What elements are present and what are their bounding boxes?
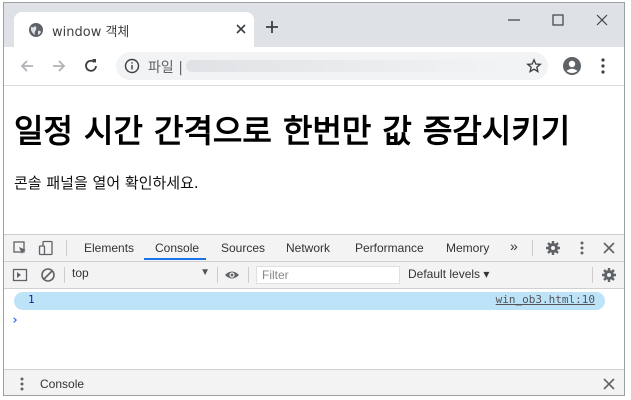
active-tab-indicator: [144, 258, 206, 260]
minimize-icon[interactable]: [505, 11, 523, 29]
maximize-icon[interactable]: [549, 11, 567, 29]
eye-icon[interactable]: [224, 267, 240, 283]
drawer-close-icon[interactable]: [601, 376, 617, 392]
device-icon[interactable]: [38, 240, 54, 256]
divider: [248, 267, 249, 283]
browser-tab[interactable]: window 객체: [14, 12, 254, 47]
log-levels-dropdown[interactable]: Default levels ▾: [408, 267, 489, 281]
tab-network[interactable]: Network: [286, 241, 330, 255]
globe-icon: [29, 23, 43, 37]
window-close-icon[interactable]: [593, 11, 611, 29]
drawer-menu-icon[interactable]: [14, 376, 30, 392]
star-icon[interactable]: [526, 58, 542, 74]
drawer-tab-console[interactable]: Console: [40, 377, 84, 391]
console-filter-bar: top ▼ Filter Default levels ▾: [4, 262, 624, 289]
divider: [592, 267, 593, 283]
divider: [532, 240, 533, 256]
console-prompt[interactable]: ›: [11, 313, 19, 328]
tab-console[interactable]: Console: [155, 241, 199, 255]
reload-icon[interactable]: [82, 57, 100, 75]
page-paragraph: 콘솔 패널을 열어 확인하세요.: [14, 174, 199, 192]
console-drawer: Console: [4, 369, 624, 395]
console-filter-input[interactable]: Filter: [256, 266, 400, 284]
forward-icon[interactable]: [50, 57, 68, 75]
account-icon[interactable]: [562, 56, 582, 76]
more-icon[interactable]: [600, 57, 606, 75]
page-heading: 일정 시간 간격으로 한번만 값 증감시키기: [14, 112, 571, 150]
page-content: 일정 시간 간격으로 한번만 값 증감시키기 콘솔 패널을 열어 확인하세요.: [4, 86, 624, 234]
tab-memory[interactable]: Memory: [446, 241, 489, 255]
clear-icon[interactable]: [40, 267, 56, 283]
plus-icon[interactable]: [264, 19, 280, 35]
browser-window: window 객체 파일 | 일정 시간 간격으로 한번만 값 증감시키기 콘솔…: [3, 2, 625, 396]
tab-title: window 객체: [52, 25, 130, 40]
console-message: 1 win_ob3.html:10: [14, 292, 605, 310]
blurred-url: [186, 60, 506, 72]
console-message-source-link[interactable]: win_ob3.html:10: [496, 293, 595, 306]
tab-elements[interactable]: Elements: [84, 241, 134, 255]
address-bar[interactable]: 파일 |: [116, 52, 548, 80]
settings-icon[interactable]: [545, 240, 561, 256]
info-icon[interactable]: [124, 58, 140, 74]
console-message-value: 1: [28, 293, 35, 306]
context-selector[interactable]: top ▼: [72, 266, 210, 284]
sidebar-icon[interactable]: [12, 267, 28, 283]
dropdown-arrow-icon: ▼: [200, 267, 210, 278]
tab-performance[interactable]: Performance: [355, 241, 424, 255]
devtools-tabbar: Elements Console Sources Network Perform…: [4, 235, 624, 262]
close-icon[interactable]: [234, 22, 248, 36]
context-value: top: [72, 266, 89, 280]
inspect-icon[interactable]: [12, 240, 28, 256]
devtools-panel: Elements Console Sources Network Perform…: [4, 234, 624, 395]
divider: [217, 267, 218, 283]
divider: [66, 240, 67, 256]
browser-toolbar: 파일 |: [4, 47, 624, 86]
console-output: 1 win_ob3.html:10 ›: [4, 289, 624, 369]
divider: [64, 267, 65, 283]
back-icon[interactable]: [18, 57, 36, 75]
tab-strip: window 객체: [4, 3, 624, 47]
devtools-close-icon[interactable]: [601, 240, 617, 256]
console-settings-icon[interactable]: [601, 267, 617, 283]
devtools-more-icon[interactable]: [574, 240, 590, 256]
address-scheme: 파일 |: [148, 60, 183, 76]
tab-sources[interactable]: Sources: [221, 241, 265, 255]
more-tabs-button[interactable]: »: [510, 238, 518, 254]
